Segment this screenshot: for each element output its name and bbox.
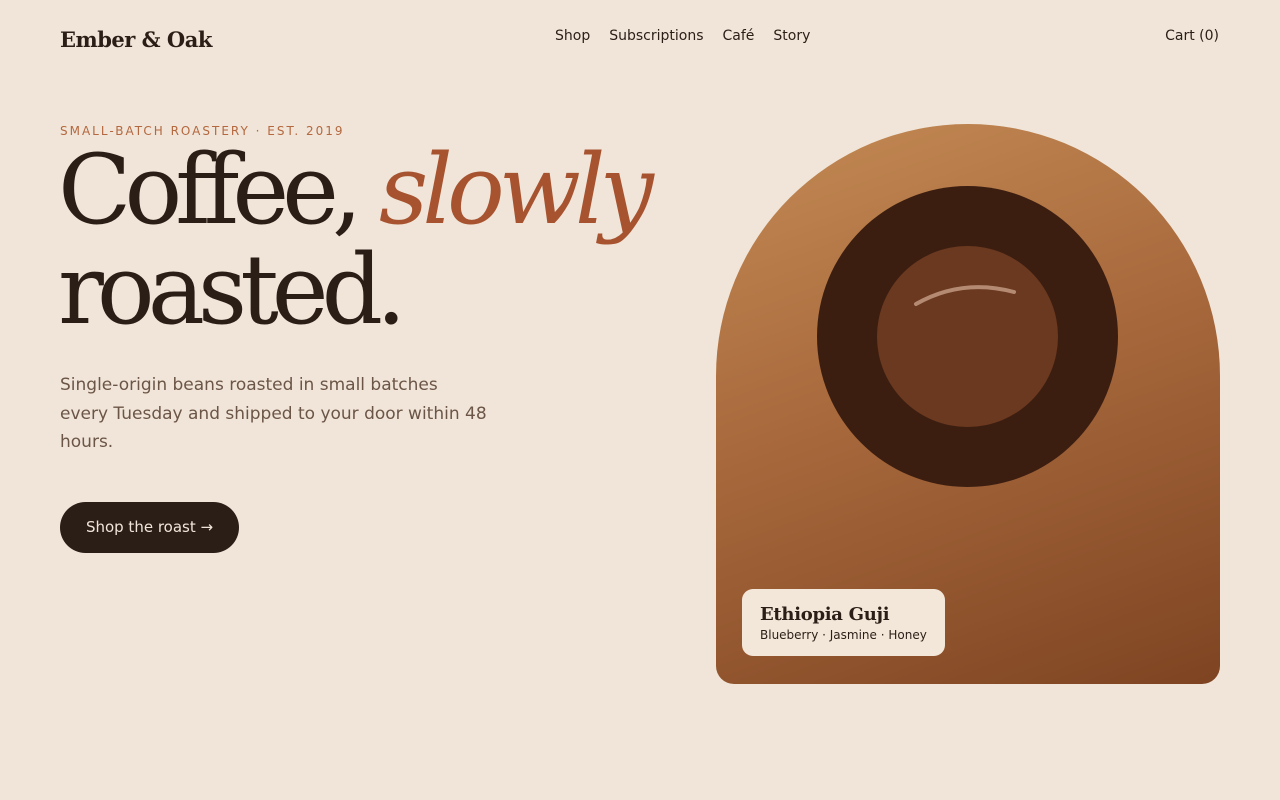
hero-headline: Coffee, slowly roasted. <box>58 140 654 346</box>
nav-story[interactable]: Story <box>773 28 810 44</box>
hero-arch-image: Ethiopia Guji Blueberry · Jasmine · Hone… <box>716 124 1220 684</box>
coffee-cup-illustration <box>817 186 1118 487</box>
cup-highlight-arc <box>914 285 1016 306</box>
shop-the-roast-button[interactable]: Shop the roast → <box>60 502 239 553</box>
featured-coffee-notes: Blueberry · Jasmine · Honey <box>760 628 927 642</box>
hero-lede: Single-origin beans roasted in small bat… <box>60 375 487 452</box>
nav-shop[interactable]: Shop <box>555 28 590 44</box>
headline-part1: Coffee, <box>58 134 379 246</box>
headline-emphasis: slowly <box>378 134 654 246</box>
cart-link[interactable]: Cart (0) <box>1165 28 1219 44</box>
main-nav: Shop Subscriptions Café Story <box>555 28 810 44</box>
coffee-surface <box>877 246 1058 427</box>
logo[interactable]: Ember & Oak <box>60 27 212 52</box>
featured-coffee-card[interactable]: Ethiopia Guji Blueberry · Jasmine · Hone… <box>742 589 945 656</box>
featured-coffee-name: Ethiopia Guji <box>760 604 890 625</box>
headline-part2: roasted. <box>58 234 407 346</box>
nav-cafe[interactable]: Café <box>723 28 755 44</box>
nav-subscriptions[interactable]: Subscriptions <box>609 28 703 44</box>
